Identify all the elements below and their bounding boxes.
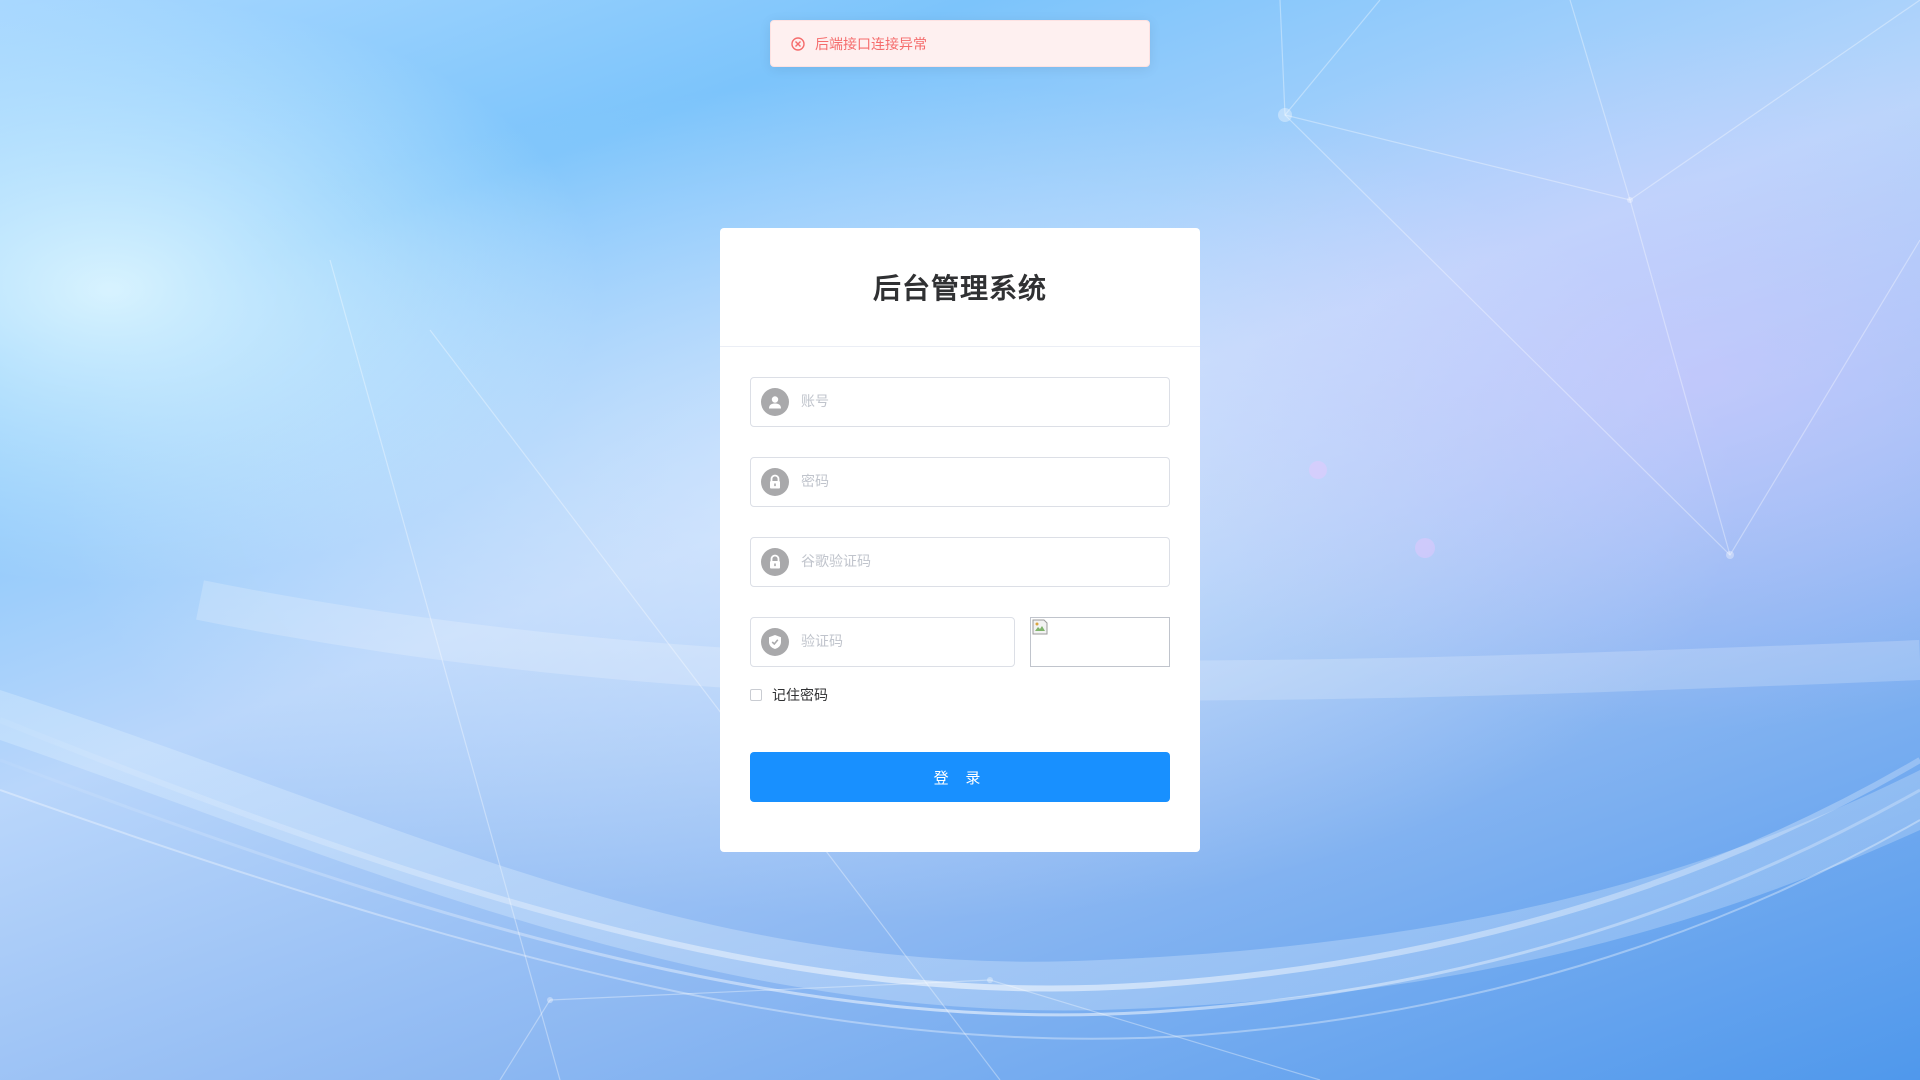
captcha-input[interactable] xyxy=(799,621,1014,663)
error-alert: 后端接口连接异常 xyxy=(770,20,1150,67)
login-card-header: 后台管理系统 xyxy=(720,228,1200,347)
remember-checkbox[interactable] xyxy=(750,689,762,701)
captcha-image[interactable] xyxy=(1030,617,1170,667)
broken-image-icon xyxy=(1032,619,1048,635)
user-icon xyxy=(761,388,789,416)
alert-message: 后端接口连接异常 xyxy=(815,36,927,53)
lock-icon xyxy=(761,548,789,576)
shield-check-icon xyxy=(761,628,789,656)
password-input[interactable] xyxy=(799,461,1169,503)
lock-icon xyxy=(761,468,789,496)
error-circle-icon xyxy=(791,36,805,51)
google-code-field[interactable] xyxy=(750,537,1170,587)
username-field[interactable] xyxy=(750,377,1170,427)
google-code-input[interactable] xyxy=(799,541,1169,583)
login-card: 后台管理系统 账号 谷歌验证码 验证码 记住密码 登 录 xyxy=(720,228,1200,852)
login-button[interactable]: 登 录 xyxy=(750,752,1170,802)
page-title: 后台管理系统 xyxy=(872,272,1047,305)
username-input[interactable] xyxy=(799,381,1169,423)
password-field[interactable] xyxy=(750,457,1170,507)
captcha-field[interactable] xyxy=(750,617,1015,667)
remember-label: 记住密码 xyxy=(772,688,828,704)
remember-password[interactable]: 记住密码 xyxy=(750,685,828,705)
